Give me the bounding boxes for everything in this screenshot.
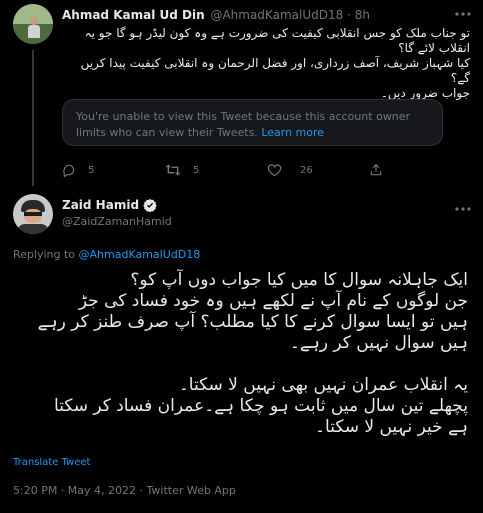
author-handle[interactable]: @ZaidZamanHamid xyxy=(62,215,172,228)
more-icon[interactable] xyxy=(455,11,471,17)
unavailable-tweet-notice: You're unable to view this Tweet because… xyxy=(62,99,443,146)
tweet-text-line: جن لوگوں کے نام آپ نے لکھے ہیں وہ خود فس… xyxy=(78,291,468,311)
tweet-text-line: ہیں سوال نہیں کر رہے۔ xyxy=(289,333,468,353)
author-name-row: Zaid Hamid xyxy=(62,198,157,212)
like-icon xyxy=(267,163,282,177)
translate-tweet-link[interactable]: Translate Tweet xyxy=(13,457,90,468)
share-button[interactable] xyxy=(369,163,383,177)
reply-button[interactable]: 5 xyxy=(62,163,94,177)
tweet-text-line: ہیں تو ایسا سوال کرنے کا کیا مطلب؟ آپ صر… xyxy=(37,312,468,332)
retweet-button[interactable]: 5 xyxy=(165,163,199,177)
tweet-text-line: انقلاب لائے گا؟ xyxy=(398,41,470,55)
avatar[interactable] xyxy=(13,4,53,44)
learn-more-link[interactable]: Learn more xyxy=(261,126,324,139)
separator: · xyxy=(347,8,351,22)
retweet-icon xyxy=(165,163,181,177)
reply-count: 5 xyxy=(88,164,95,176)
tweet-text-line: پچھلے تین سال میں ثابت ہو چکا ہے۔عمران ف… xyxy=(54,396,468,416)
avatar[interactable] xyxy=(13,194,53,234)
verified-badge-icon xyxy=(143,198,157,212)
replying-to-handle[interactable]: @AhmadKamalUdD18 xyxy=(79,248,201,261)
tweet-text-line: ہے خیر نہیں لا سکتا۔ xyxy=(315,417,468,437)
reply-icon xyxy=(62,163,76,177)
notice-text: You're unable to view this Tweet because… xyxy=(76,110,411,139)
tweet-text-line xyxy=(13,354,468,375)
tweet-timestamp[interactable]: 5:20 PM · May 4, 2022 · Twitter Web App xyxy=(13,484,236,497)
author-handle[interactable]: @AhmadKamalUdD18 xyxy=(210,8,343,22)
tweet-text-line: ایک جاہلانہ سوال کا میں کیا جواب دوں آپ … xyxy=(130,270,468,290)
tweet-header: Ahmad Kamal Ud Din @AhmadKamalUdD18 · 8h xyxy=(62,8,370,22)
more-icon[interactable] xyxy=(455,206,471,212)
tweet-text: تو جناب ملک کو جس انقلابی کیفیت کی ضرورت… xyxy=(62,26,470,101)
tweet-text-line: کیا شہباز شریف، آصف زرداری، اور فضل الرح… xyxy=(80,56,470,85)
replying-to-label: Replying to xyxy=(13,248,76,261)
like-button[interactable]: 26 xyxy=(267,163,313,177)
retweet-count: 5 xyxy=(193,164,200,176)
replying-to: Replying to @AhmadKamalUdD18 xyxy=(13,248,200,261)
like-count: 26 xyxy=(300,164,313,176)
author-name[interactable]: Ahmad Kamal Ud Din xyxy=(62,8,205,22)
time-ago[interactable]: 8h xyxy=(355,8,370,22)
tweet-text: ایک جاہلانہ سوال کا میں کیا جواب دوں آپ … xyxy=(13,270,468,438)
thread-line xyxy=(32,50,34,186)
share-icon xyxy=(369,163,383,177)
tweet-text-line: تو جناب ملک کو جس انقلابی کیفیت کی ضرورت… xyxy=(84,26,470,40)
tweet-text-line: یہ انقلاب عمران نہیں بھی نہیں لا سکتا۔ xyxy=(178,375,468,395)
author-name[interactable]: Zaid Hamid xyxy=(62,198,139,212)
